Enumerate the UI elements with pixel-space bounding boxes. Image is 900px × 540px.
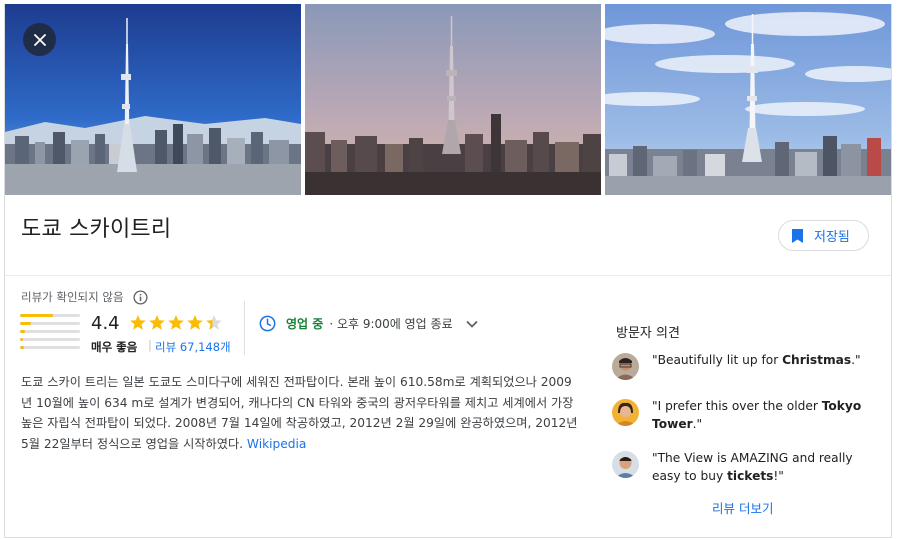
place-title: 도쿄 스카이트리 — [21, 217, 172, 242]
opinion-quote: "The View is AMAZING and really easy to … — [652, 449, 862, 485]
opinion-text-end: ." — [851, 353, 861, 367]
place-description: 도쿄 스카이 트리는 일본 도쿄도 스미다구에 세워진 전파탑이다. 본래 높이… — [21, 372, 581, 454]
opinion-text: "Beautifully lit up for — [652, 353, 783, 367]
rating-distribution — [20, 314, 80, 354]
visitor-opinions-title: 방문자 의견 — [616, 326, 680, 341]
unverified-reviews-note: 리뷰가 확인되지 않음 — [21, 289, 148, 305]
closing-time: · 오후 9:00에 영업 종료 — [329, 317, 453, 331]
opinion-keyword: Christmas — [782, 353, 852, 367]
info-icon[interactable] — [132, 289, 148, 305]
rating-bar-4-star — [20, 322, 80, 325]
reviews-count-link[interactable]: 리뷰 67,148개 — [155, 339, 231, 355]
star-icon — [149, 315, 165, 330]
star-icon — [187, 315, 203, 330]
opinion-quote: "I prefer this over the older Tokyo Towe… — [652, 397, 862, 433]
place-card: 도쿄 스카이트리 저장됨 리뷰가 확인되지 않음 4.4 매우 좋음 | 리뷰 … — [4, 4, 892, 538]
save-button[interactable]: 저장됨 — [778, 220, 869, 251]
visitor-opinion: "I prefer this over the older Tokyo Towe… — [612, 397, 862, 433]
vertical-divider — [244, 301, 245, 355]
section-divider — [5, 275, 891, 276]
opinion-text-end: ." — [692, 417, 703, 431]
rating-separator: | — [148, 338, 152, 352]
opinion-text-end: !" — [773, 469, 784, 483]
chevron-down-icon — [465, 320, 478, 328]
rating-bar-fill — [20, 322, 31, 325]
close-icon — [33, 33, 46, 46]
rating-bar-5-star — [20, 314, 80, 317]
avatar — [612, 399, 639, 426]
close-button[interactable] — [23, 23, 56, 56]
visitor-opinion: "Beautifully lit up for Christmas." — [612, 351, 862, 380]
rating-bar-1-star — [20, 346, 80, 349]
more-reviews-link[interactable]: 리뷰 더보기 — [712, 498, 773, 517]
unverified-label: 리뷰가 확인되지 않음 — [21, 290, 124, 304]
rating-bar-fill — [20, 330, 25, 333]
save-label: 저장됨 — [814, 230, 850, 245]
rating-score: 4.4 — [91, 313, 120, 334]
rating-label: 매우 좋음 — [91, 340, 138, 354]
visitor-opinion: "The View is AMAZING and really easy to … — [612, 449, 862, 485]
rating-bar-fill — [20, 338, 23, 341]
star-rating — [129, 314, 224, 331]
rating-bar-fill — [20, 346, 25, 349]
clock-icon — [259, 315, 276, 332]
wikipedia-link[interactable]: Wikipedia — [247, 437, 306, 451]
bookmark-icon — [792, 228, 803, 243]
opinion-text: "I prefer this over the older — [652, 399, 822, 413]
avatar — [612, 353, 639, 380]
rating-bar-fill — [20, 314, 53, 317]
star-icon — [130, 315, 146, 330]
rating-bar-2-star — [20, 338, 80, 341]
tokyo-skytree-dusk-photo[interactable] — [305, 4, 601, 195]
opinion-keyword: tickets — [727, 469, 774, 483]
star-icon — [168, 315, 184, 330]
photo-strip — [5, 4, 891, 195]
opinion-quote: "Beautifully lit up for Christmas." — [652, 351, 862, 380]
avatar — [612, 451, 639, 478]
open-status: 영업 중 — [286, 317, 324, 331]
tokyo-skytree-cloudy-photo[interactable] — [605, 4, 891, 195]
opening-hours-toggle[interactable]: 영업 중 · 오후 9:00에 영업 종료 — [259, 315, 479, 332]
rating-bar-3-star — [20, 330, 80, 333]
star-icon — [206, 315, 222, 330]
